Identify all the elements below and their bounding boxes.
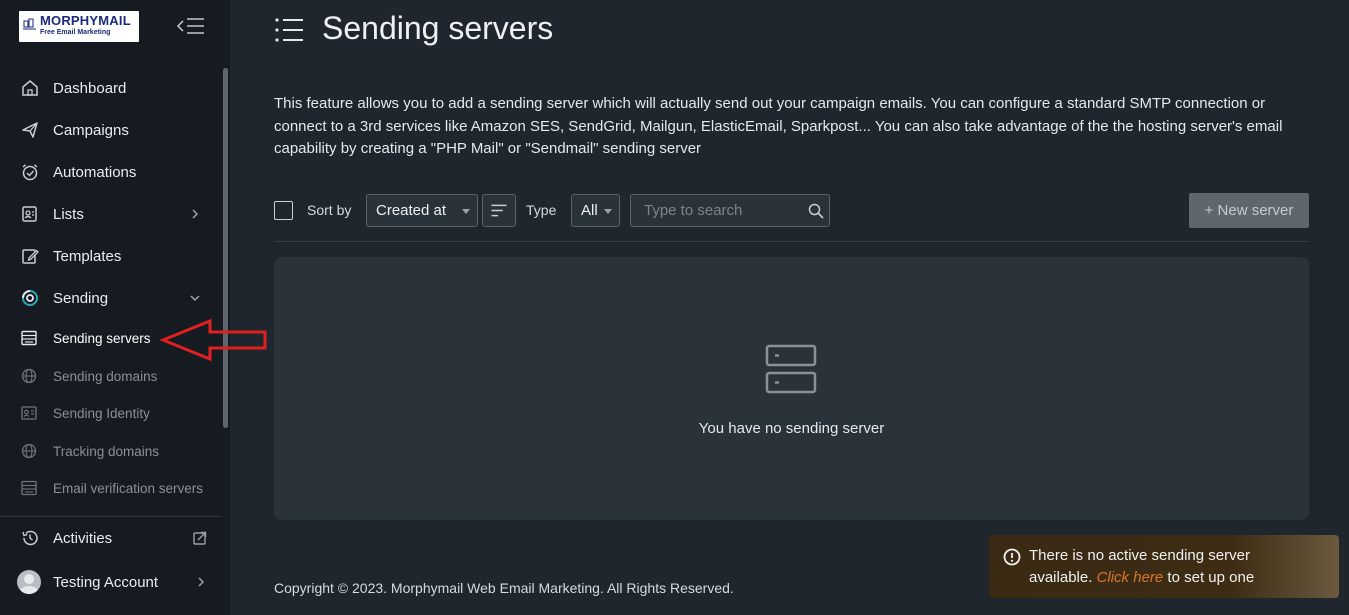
warning-toast[interactable]: There is no active sending server availa…: [989, 535, 1339, 598]
sidebar-item-activities[interactable]: Activities: [0, 518, 222, 558]
logo-mark-icon: [23, 18, 36, 30]
sidebar-subitem-sending-identity[interactable]: Sending Identity: [0, 394, 222, 432]
globe-icon: [21, 368, 37, 384]
sidebar-item-label: Campaigns: [53, 121, 129, 139]
alert-circle-icon: [1003, 548, 1021, 566]
toast-setup-link[interactable]: Click here: [1097, 569, 1164, 586]
sort-direction-button[interactable]: [482, 194, 516, 227]
sidebar-item-dashboard[interactable]: Dashboard: [0, 68, 222, 108]
caret-down-icon: [462, 209, 470, 214]
sort-select[interactable]: Created at: [366, 194, 478, 227]
home-icon: [22, 80, 38, 96]
sidebar-subitem-sending-domains[interactable]: Sending domains: [0, 357, 222, 395]
sidebar-subitem-label: Email verification servers: [53, 480, 204, 496]
chevron-down-icon: [190, 295, 200, 302]
sidebar-item-label: Dashboard: [53, 79, 127, 97]
toolbar-divider: [274, 241, 1309, 242]
sidebar-item-lists[interactable]: Lists: [0, 194, 222, 234]
sidebar-scrollbar[interactable]: [223, 68, 228, 428]
send-icon: [22, 122, 38, 138]
sidebar-subitem-email-verification-servers[interactable]: Email verification servers: [0, 469, 222, 507]
brand-tagline: Free Email Marketing: [40, 29, 111, 36]
edit-icon: [22, 249, 39, 264]
alarm-icon: [22, 164, 38, 181]
sidebar-item-label: Activities: [53, 529, 113, 547]
sidebar-item-campaigns[interactable]: Campaigns: [0, 110, 222, 150]
footer-copyright: Copyright © 2023. Morphymail Web Email M…: [274, 580, 734, 596]
search-icon[interactable]: [808, 203, 824, 219]
history-icon: [22, 530, 38, 546]
sidebar-subitem-label: Sending Identity: [53, 405, 150, 421]
server-icon: [765, 344, 817, 394]
brand-name: MORPHYMAIL: [40, 13, 131, 28]
sidebar: MORPHYMAIL Free Email Marketing Dashboar…: [0, 0, 230, 615]
toast-text: to set up one: [1167, 569, 1255, 586]
sidebar-item-automations[interactable]: Automations: [0, 152, 222, 192]
server-icon: [21, 480, 37, 496]
toast-message-line2: available. Click here to set up one: [1029, 569, 1254, 586]
avatar: [17, 570, 41, 594]
chevron-right-icon: [192, 209, 199, 219]
sidebar-item-label: Automations: [53, 163, 137, 181]
sidebar-subitem-label: Tracking domains: [53, 443, 160, 459]
id-card-icon: [21, 406, 37, 420]
type-label: Type: [526, 202, 557, 218]
sync-icon: [22, 290, 38, 306]
annotation-arrow-icon: [160, 318, 267, 362]
select-all-checkbox[interactable]: [274, 201, 293, 220]
empty-state-text: You have no sending server: [698, 420, 885, 437]
sidebar-subitem-label: Sending servers: [53, 330, 151, 346]
toast-text: available.: [1029, 569, 1093, 586]
sidebar-item-account[interactable]: Testing Account: [0, 562, 222, 602]
sidebar-subitem-label: Sending domains: [53, 368, 158, 384]
external-link-icon[interactable]: [193, 531, 207, 545]
server-icon: [21, 330, 37, 346]
sidebar-subitem-tracking-domains[interactable]: Tracking domains: [0, 432, 222, 470]
search-box: [630, 194, 830, 227]
type-select[interactable]: All: [571, 194, 620, 227]
collapse-sidebar-icon[interactable]: [176, 15, 206, 37]
sidebar-item-label: Sending: [53, 289, 109, 307]
user-icon: [20, 574, 38, 594]
page-description: This feature allows you to add a sending…: [274, 95, 1283, 157]
toolbar: Sort by Created at Type All + New server: [274, 193, 1309, 228]
sidebar-item-label: Lists: [53, 205, 84, 223]
search-input[interactable]: [631, 195, 801, 226]
new-server-button[interactable]: + New server: [1189, 193, 1309, 228]
list-icon: [275, 18, 303, 42]
sidebar-item-sending[interactable]: Sending: [0, 278, 222, 318]
type-select-value: All: [581, 202, 598, 219]
empty-state-panel: You have no sending server: [274, 257, 1309, 520]
page-title: Sending servers: [322, 10, 554, 46]
toast-message-line1: There is no active sending server: [1029, 547, 1250, 564]
sort-select-value: Created at: [376, 202, 447, 219]
sort-label: Sort by: [307, 202, 352, 218]
brand-logo[interactable]: MORPHYMAIL Free Email Marketing: [19, 11, 139, 42]
sidebar-item-label: Templates: [53, 247, 122, 265]
contacts-icon: [22, 206, 37, 222]
sidebar-divider: [0, 516, 222, 517]
sidebar-item-templates[interactable]: Templates: [0, 236, 222, 276]
chevron-right-icon: [198, 577, 205, 587]
caret-down-icon: [604, 209, 612, 214]
globe-icon: [21, 443, 37, 459]
account-name: Testing Account: [53, 573, 159, 591]
